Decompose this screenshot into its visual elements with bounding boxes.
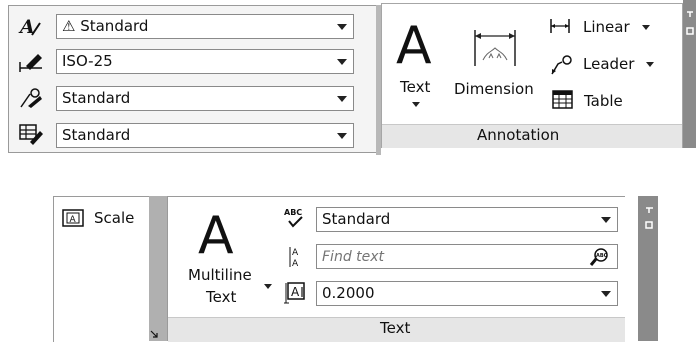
text-style-dropdown[interactable]: ⚠ Standard [56, 14, 354, 39]
leader-label[interactable]: Leader [583, 55, 634, 73]
svg-text:A: A [291, 285, 300, 299]
pin-icon[interactable] [645, 204, 655, 234]
chevron-down-icon [337, 96, 347, 102]
text-style-combo-value: Standard [322, 210, 391, 228]
dimension-style-icon[interactable] [18, 50, 46, 74]
leader-icon[interactable] [549, 54, 573, 76]
chevron-down-icon [264, 284, 272, 289]
chevron-down-icon [601, 217, 611, 223]
table-label[interactable]: Table [584, 92, 623, 110]
chevron-down-icon[interactable] [646, 62, 654, 67]
annotation-panel-title: Annotation [477, 126, 560, 144]
text-big-button[interactable]: A Text [392, 14, 442, 119]
dimension-icon[interactable] [473, 22, 517, 70]
svg-text:A: A [70, 215, 77, 225]
multileader-style-icon[interactable] [18, 86, 46, 110]
text-style-combo[interactable]: Standard [316, 207, 618, 232]
chevron-down-icon [337, 24, 347, 30]
dialog-launcher-icon[interactable] [150, 330, 158, 338]
linear-label[interactable]: Linear [583, 18, 630, 36]
svg-text:A: A [292, 259, 299, 269]
svg-text:ABC: ABC [284, 208, 302, 217]
multiline-text-button[interactable]: A Multiline Text [184, 206, 276, 312]
multileader-style-value: Standard [62, 89, 131, 107]
text-big-a-icon: A [396, 16, 432, 76]
table-style-icon[interactable] [18, 122, 46, 146]
scale-label[interactable]: Scale [94, 209, 134, 227]
dimension-label[interactable]: Dimension [454, 80, 534, 98]
table-style-dropdown[interactable]: Standard [56, 123, 354, 148]
dimension-style-value: ISO-25 [62, 52, 113, 70]
multiline-text-label-line1: Multiline [188, 266, 252, 284]
text-height-icon[interactable]: A [284, 281, 308, 305]
multileader-style-dropdown[interactable]: Standard [56, 86, 354, 111]
scale-panel-divider [149, 196, 167, 341]
linear-dimension-icon[interactable] [549, 17, 571, 35]
pin-icon[interactable] [686, 8, 696, 38]
text-style-value: ⚠ Standard [62, 17, 149, 35]
spell-check-icon[interactable]: ABC [283, 206, 309, 230]
chevron-down-icon [337, 133, 347, 139]
text-style-icon[interactable]: A [18, 15, 44, 39]
find-replace-icon[interactable]: ABC [589, 247, 611, 267]
svg-text:A: A [292, 248, 299, 258]
chevron-down-icon [601, 291, 611, 297]
dimension-style-dropdown[interactable]: ISO-25 [56, 49, 354, 74]
svg-text:ABC: ABC [596, 253, 608, 259]
find-text-field[interactable]: ABC [316, 244, 618, 269]
table-icon[interactable] [552, 90, 574, 110]
text-height-combo[interactable]: 0.2000 [316, 281, 618, 306]
chevron-down-icon [337, 59, 347, 65]
multiline-text-label-line2: Text [206, 288, 237, 306]
annotation-scale-icon[interactable]: A [62, 209, 84, 227]
find-text-input[interactable] [322, 246, 562, 268]
find-text-icon: A A [289, 247, 299, 269]
chevron-down-icon [412, 102, 420, 107]
text-label: Text [400, 78, 431, 96]
multiline-text-a-icon: A [198, 206, 234, 266]
text-height-value: 0.2000 [322, 284, 375, 302]
text-panel-title: Text [380, 319, 411, 337]
table-style-value: Standard [62, 126, 131, 144]
chevron-down-icon[interactable] [642, 25, 650, 30]
